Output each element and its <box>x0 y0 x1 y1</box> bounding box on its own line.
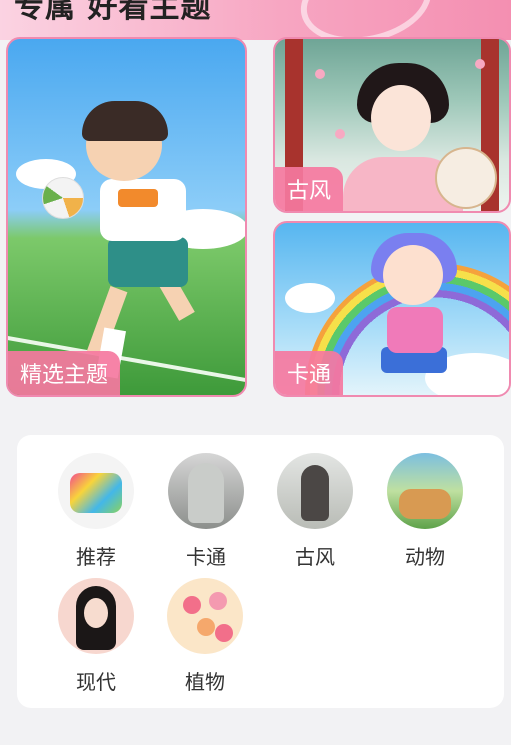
ancient-theme-card[interactable]: 古风 <box>273 37 511 213</box>
blossom-decoration <box>315 69 325 79</box>
ancient-tag: 古风 <box>275 167 344 211</box>
category-animal[interactable]: 动物 <box>380 453 470 570</box>
featured-tag: 精选主题 <box>8 351 121 395</box>
girl-body <box>387 307 443 353</box>
category-recommend[interactable]: 推荐 <box>51 453 141 570</box>
boy-shorts <box>108 237 188 287</box>
category-label: 卡通 <box>186 545 226 569</box>
plant-avatar <box>167 578 243 654</box>
lady-face <box>371 85 431 151</box>
blossom-decoration <box>335 129 345 139</box>
animal-avatar <box>387 453 463 529</box>
boy-hair <box>82 101 168 141</box>
fan-illustration <box>435 147 497 209</box>
category-label: 植物 <box>185 670 225 694</box>
cloud-decoration <box>285 283 335 313</box>
category-panel: 推荐 卡通 古风 动物 现代 植物 <box>17 435 504 708</box>
category-label: 古风 <box>295 545 335 569</box>
category-ancient[interactable]: 古风 <box>270 453 360 570</box>
category-label: 推荐 <box>76 545 116 569</box>
category-cartoon[interactable]: 卡通 <box>161 453 251 570</box>
ball-illustration <box>42 177 84 219</box>
cartoon-tag: 卡通 <box>275 351 344 395</box>
blossom-decoration <box>475 59 485 69</box>
girl-face <box>383 245 443 305</box>
category-plant[interactable]: 植物 <box>160 578 250 695</box>
cartoon-avatar <box>168 453 244 529</box>
category-label: 现代 <box>76 670 116 694</box>
boy-scarf <box>118 189 158 207</box>
category-label: 动物 <box>405 545 445 569</box>
recommend-avatar <box>58 453 134 529</box>
cartoon-theme-card[interactable]: 卡通 <box>273 221 511 397</box>
page-title: 专属 好看主题 <box>14 0 212 25</box>
ancient-avatar <box>277 453 353 529</box>
modern-avatar <box>58 578 134 654</box>
featured-theme-card[interactable]: 精选主题 <box>6 37 247 397</box>
category-modern[interactable]: 现代 <box>51 578 141 695</box>
